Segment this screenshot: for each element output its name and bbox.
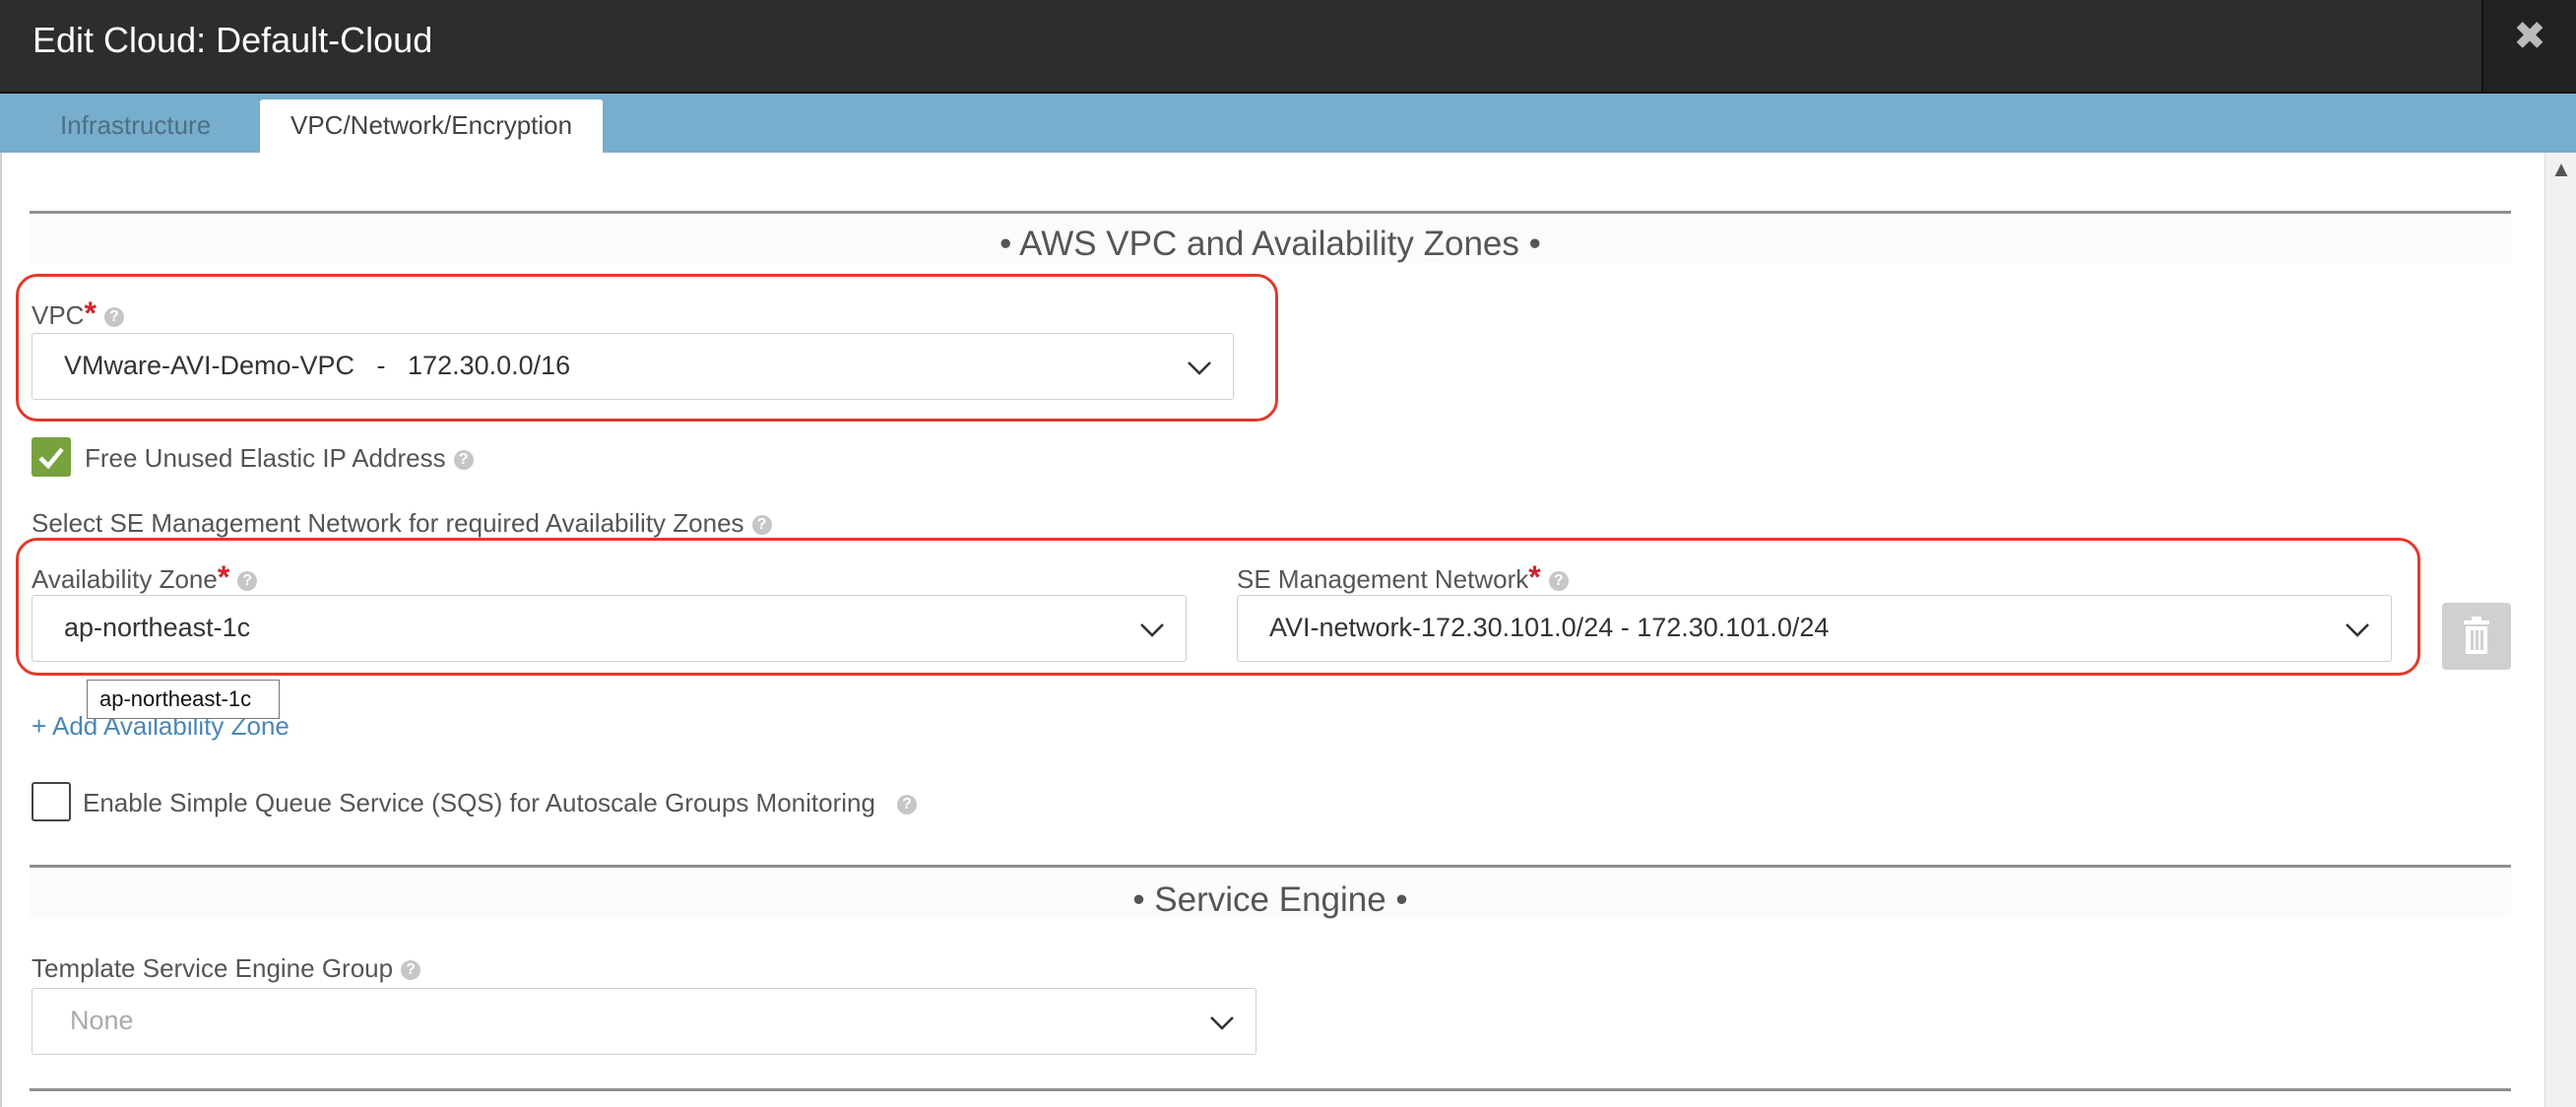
tab-vpc-network-encryption[interactable]: VPC/Network/Encryption <box>260 99 604 153</box>
tab-bar: Infrastructure VPC/Network/Encryption <box>0 94 2576 153</box>
free-elastic-ip-text: Free Unused Elastic IP Address <box>85 443 446 473</box>
scroll-up-arrow-icon[interactable]: ▲ <box>2545 157 2576 182</box>
tooltip: ap-northeast-1c <box>87 680 280 719</box>
template-se-group-select[interactable]: None <box>32 988 1256 1055</box>
vpc-label-text: VPC <box>32 300 85 330</box>
sqs-label-text: Enable Simple Queue Service (SQS) for Au… <box>83 788 875 817</box>
free-elastic-ip-checkbox[interactable] <box>32 437 71 477</box>
help-icon[interactable]: ? <box>751 515 772 536</box>
availability-zone-value: ap-northeast-1c <box>64 613 251 642</box>
sqs-label: Enable Simple Queue Service (SQS) for Au… <box>83 788 917 818</box>
vertical-scrollbar[interactable]: ▲ <box>2544 153 2576 1107</box>
remove-zone-button[interactable] <box>2442 603 2511 670</box>
availability-zone-label-text: Availability Zone <box>32 564 218 594</box>
chevron-down-icon <box>1210 1016 1234 1030</box>
trash-icon <box>2464 617 2489 654</box>
sqs-checkbox[interactable] <box>32 782 71 821</box>
vpc-select-value: VMware-AVI-Demo-VPC - 172.30.0.0/16 <box>64 351 571 380</box>
help-icon[interactable]: ? <box>103 307 124 328</box>
section-title-service-engine: • Service Engine • <box>1132 880 1408 919</box>
vpc-select[interactable]: VMware-AVI-Demo-VPC - 172.30.0.0/16 <box>32 333 1234 400</box>
se-mgmt-heading: Select SE Management Network for require… <box>32 508 772 539</box>
close-icon[interactable]: ✖ <box>2483 14 2576 59</box>
required-asterisk: * <box>217 559 230 595</box>
modal-header: Edit Cloud: Default-Cloud ✖ <box>0 0 2576 94</box>
vpc-label: VPC*? <box>32 295 124 332</box>
se-management-network-select[interactable]: AVI-network-172.30.101.0/24 - 172.30.101… <box>1237 595 2392 662</box>
check-icon <box>38 447 64 470</box>
chevron-down-icon <box>1140 623 1164 637</box>
availability-zone-select[interactable]: ap-northeast-1c <box>32 595 1187 662</box>
help-icon[interactable]: ? <box>237 571 258 592</box>
tab-infrastructure[interactable]: Infrastructure <box>30 99 241 153</box>
template-se-group-label: Template Service Engine Group? <box>32 953 421 984</box>
free-elastic-ip-label: Free Unused Elastic IP Address? <box>85 443 474 474</box>
help-icon[interactable]: ? <box>1548 571 1569 592</box>
help-icon[interactable]: ? <box>896 795 917 815</box>
required-asterisk: * <box>84 295 97 331</box>
chevron-down-icon <box>2346 623 2369 637</box>
section-divider <box>30 1088 2511 1091</box>
close-button[interactable]: ✖ <box>2481 0 2576 92</box>
se-mgmt-heading-text: Select SE Management Network for require… <box>32 508 744 538</box>
se-management-network-label-text: SE Management Network <box>1237 564 1529 594</box>
se-management-network-label: SE Management Network*? <box>1237 559 1569 596</box>
required-asterisk: * <box>1528 559 1541 595</box>
availability-zone-label: Availability Zone*? <box>32 559 258 596</box>
help-icon[interactable]: ? <box>401 960 421 981</box>
help-icon[interactable]: ? <box>453 450 474 471</box>
chevron-down-icon <box>1188 361 1211 375</box>
modal-title: Edit Cloud: Default-Cloud <box>32 20 433 60</box>
template-se-group-value: None <box>70 1006 134 1035</box>
section-title-aws: • AWS VPC and Availability Zones • <box>999 225 1541 263</box>
template-se-group-label-text: Template Service Engine Group <box>32 953 394 983</box>
se-management-network-value: AVI-network-172.30.101.0/24 - 172.30.101… <box>1269 613 1830 642</box>
